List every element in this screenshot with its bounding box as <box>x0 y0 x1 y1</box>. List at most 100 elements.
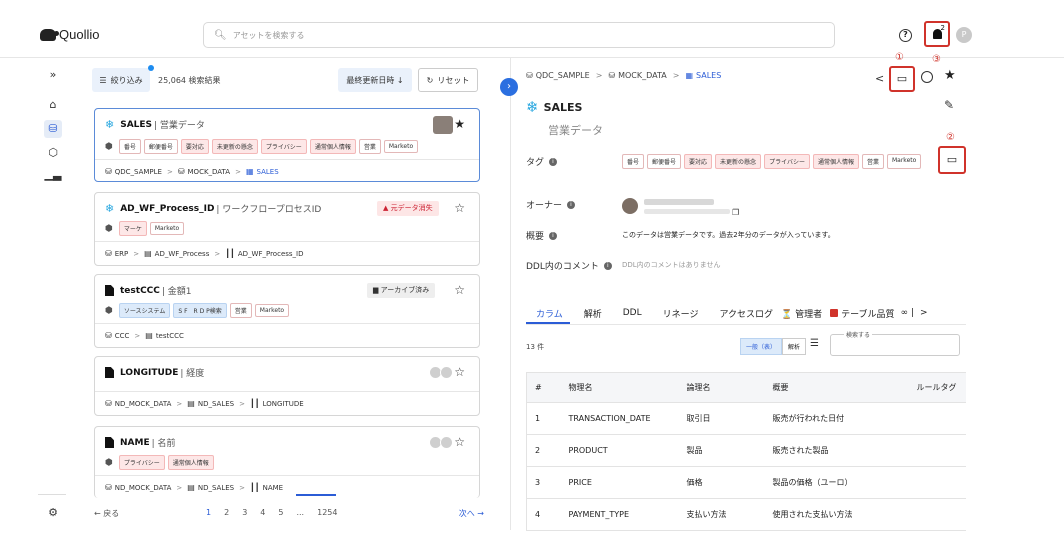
tab-lineage[interactable]: リネージ <box>663 307 699 320</box>
filter-sliders-icon[interactable]: ☰ <box>810 338 819 349</box>
segment-analysis[interactable]: 解析 <box>782 338 807 355</box>
side-rail: » ⌂ ⛁ ⬡ ▁▃ ⚙ <box>40 58 66 528</box>
home-icon[interactable]: ⌂ <box>44 96 62 114</box>
tag-chip[interactable]: 営業 <box>861 154 884 169</box>
favorite-star-icon[interactable]: ★ <box>454 117 465 131</box>
notification-button[interactable]: 2 <box>924 21 950 47</box>
pager-next-button[interactable]: 次へ → <box>459 508 484 519</box>
info-icon[interactable]: i <box>549 157 558 166</box>
tab-admin[interactable]: ⏳ 管理者 <box>781 307 822 320</box>
tab-access-log[interactable]: アクセスログ <box>719 307 773 320</box>
sort-button[interactable]: 最終更新日時 ↓ <box>338 68 412 92</box>
rail-divider <box>38 494 66 495</box>
tag-chip[interactable]: 番号 <box>118 139 141 154</box>
app-logo[interactable]: Quollio <box>40 27 99 42</box>
tag-comment-button[interactable]: ▭ <box>938 146 966 174</box>
tag-chip[interactable]: Marketo <box>383 140 419 153</box>
favorite-star-icon[interactable]: ☆ <box>454 435 465 449</box>
info-icon[interactable]: i <box>567 200 576 209</box>
tabs-scroll-right[interactable]: > <box>920 308 928 318</box>
table-row[interactable]: 2 PRODUCT 製品 販売された製品 <box>526 434 966 467</box>
edit-pencil-icon[interactable]: ✎ <box>944 98 954 112</box>
analytics-icon[interactable]: ▁▃ <box>44 166 62 184</box>
tag-chip[interactable]: 郵便番号 <box>143 139 178 154</box>
history-clock-icon[interactable] <box>921 71 933 83</box>
tag-chip[interactable]: プライバシー <box>764 154 810 169</box>
view-toggle: 一般（表） 解析 <box>740 338 807 355</box>
table-row[interactable]: 3 PRICE 価格 製品の価格（ユーロ） <box>526 466 966 499</box>
result-card[interactable]: testCCC | 金額1 ▆ アーカイブ済み ☆ ⬢ ソースシステム S F … <box>94 274 480 348</box>
search-icon: 🔍︎ <box>214 29 227 41</box>
info-icon[interactable]: i <box>603 261 612 270</box>
share-icon[interactable]: < <box>875 72 884 85</box>
tab-more[interactable]: ∞ | <box>901 308 914 318</box>
col-header-index[interactable]: # <box>526 372 561 403</box>
table-row[interactable]: 4 PAYMENT_TYPE 支払い方法 使用された支払い方法 <box>526 498 966 531</box>
help-icon[interactable]: ? <box>899 29 912 42</box>
favorite-star-icon[interactable]: ☆ <box>454 201 465 215</box>
global-search-input[interactable]: 🔍︎ アセットを検索する <box>203 22 835 48</box>
columns-table: # 物理名 論理名 概要 ルールタグ 1 TRANSACTION_DATE 取引… <box>526 372 966 531</box>
tag-chip[interactable]: プライバシー <box>260 139 307 154</box>
tag-chip[interactable]: 郵便番号 <box>647 154 682 169</box>
filter-active-dot <box>148 65 154 71</box>
tag-chip[interactable]: 番号 <box>622 154 645 169</box>
tag-chip[interactable]: ソースシステム <box>118 303 171 318</box>
tab-ddl[interactable]: DDL <box>623 308 642 318</box>
filter-button[interactable]: ☰ 絞り込み <box>92 68 150 92</box>
tag-chip[interactable]: Marketo <box>886 154 922 169</box>
reset-button[interactable]: ↻ リセット <box>418 68 478 92</box>
user-avatar[interactable]: P <box>956 27 972 43</box>
tag-chip[interactable]: Marketo <box>254 304 290 317</box>
tag-chip[interactable]: マーケ <box>118 221 147 236</box>
col-header-summary[interactable]: 概要 <box>764 372 909 403</box>
active-tab-indicator <box>526 322 570 324</box>
result-card[interactable]: ❄ SALES | 営業データ ★ ⬢ 番号 郵便番号 要対応 未更新の懸念 プ… <box>94 108 480 182</box>
page-number[interactable]: 1254 <box>317 508 337 517</box>
segment-general[interactable]: 一般（表） <box>740 338 783 355</box>
col-header-physical[interactable]: 物理名 <box>560 372 679 403</box>
tag-chip[interactable]: 営業 <box>358 139 381 154</box>
result-card[interactable]: NAME | 名前 ☆ ⬢ プライバシー 通常個人情報 ⛁ ND_MOCK_DA… <box>94 426 480 498</box>
favorite-star-icon[interactable]: ☆ <box>454 365 465 379</box>
col-header-logical[interactable]: 論理名 <box>678 372 765 403</box>
expand-rail-icon[interactable]: » <box>44 66 62 84</box>
tab-analysis[interactable]: 解析 <box>584 307 602 320</box>
comment-icon: ▭ <box>946 153 958 166</box>
tag-chip[interactable]: 通常個人情報 <box>309 139 356 154</box>
table-row[interactable]: 1 TRANSACTION_DATE 取引日 販売が行われた日付 <box>526 402 966 435</box>
asset-logical-name: | ワークフロープロセスID <box>216 205 322 215</box>
copy-icon[interactable]: ❐ <box>732 208 739 217</box>
page-number[interactable]: 1 <box>206 508 211 517</box>
tag-chip[interactable]: 未更新の懸念 <box>715 154 762 169</box>
pager-back-button[interactable]: ← 戻る <box>94 508 119 519</box>
tag-chip[interactable]: 通常個人情報 <box>812 154 859 169</box>
favorite-star-icon[interactable]: ★ <box>944 68 956 83</box>
comment-button[interactable]: ▭ <box>889 66 915 92</box>
page-number[interactable]: 2 <box>224 508 229 517</box>
tab-table-quality[interactable]: テーブル品質 <box>830 307 895 320</box>
table-icon: ▤ <box>145 331 153 340</box>
tag-chip[interactable]: Marketo <box>149 222 185 235</box>
result-card[interactable]: ❄ AD_WF_Process_ID | ワークフロープロセスID ▲ 元データ… <box>94 192 480 266</box>
tag-chip[interactable]: 要対応 <box>180 139 209 154</box>
page-number[interactable]: 3 <box>242 508 247 517</box>
tag-chip[interactable]: プライバシー <box>118 455 165 470</box>
tag-icon[interactable]: ⬡ <box>44 144 62 162</box>
col-header-rule-tag[interactable]: ルールタグ <box>908 372 966 403</box>
page-number[interactable]: 5 <box>278 508 283 517</box>
info-icon[interactable]: i <box>549 231 558 240</box>
settings-gear-icon[interactable]: ⚙ <box>44 504 62 522</box>
database-icon[interactable]: ⛁ <box>44 120 62 138</box>
result-card[interactable]: LONGITUDE | 経度 ☆ ⛁ ND_MOCK_DATA > ▤ ND_SA… <box>94 356 480 416</box>
page-number[interactable]: 4 <box>260 508 265 517</box>
tag-chip[interactable]: 未更新の懸念 <box>211 139 258 154</box>
favorite-star-icon[interactable]: ☆ <box>454 283 465 297</box>
asset-path: ⛁ ERP > ▤ AD_WF_Process > ┃┃ AD_WF_Process… <box>105 249 304 258</box>
tag-chip[interactable]: 営業 <box>229 303 252 318</box>
tag-chip[interactable]: 通常個人情報 <box>167 455 214 470</box>
snowflake-icon: ❄ <box>105 118 115 131</box>
tag-chip[interactable]: 要対応 <box>684 154 713 169</box>
tag-chip[interactable]: S F R D P検索 <box>173 303 227 318</box>
tab-columns[interactable]: カラム <box>536 307 563 320</box>
